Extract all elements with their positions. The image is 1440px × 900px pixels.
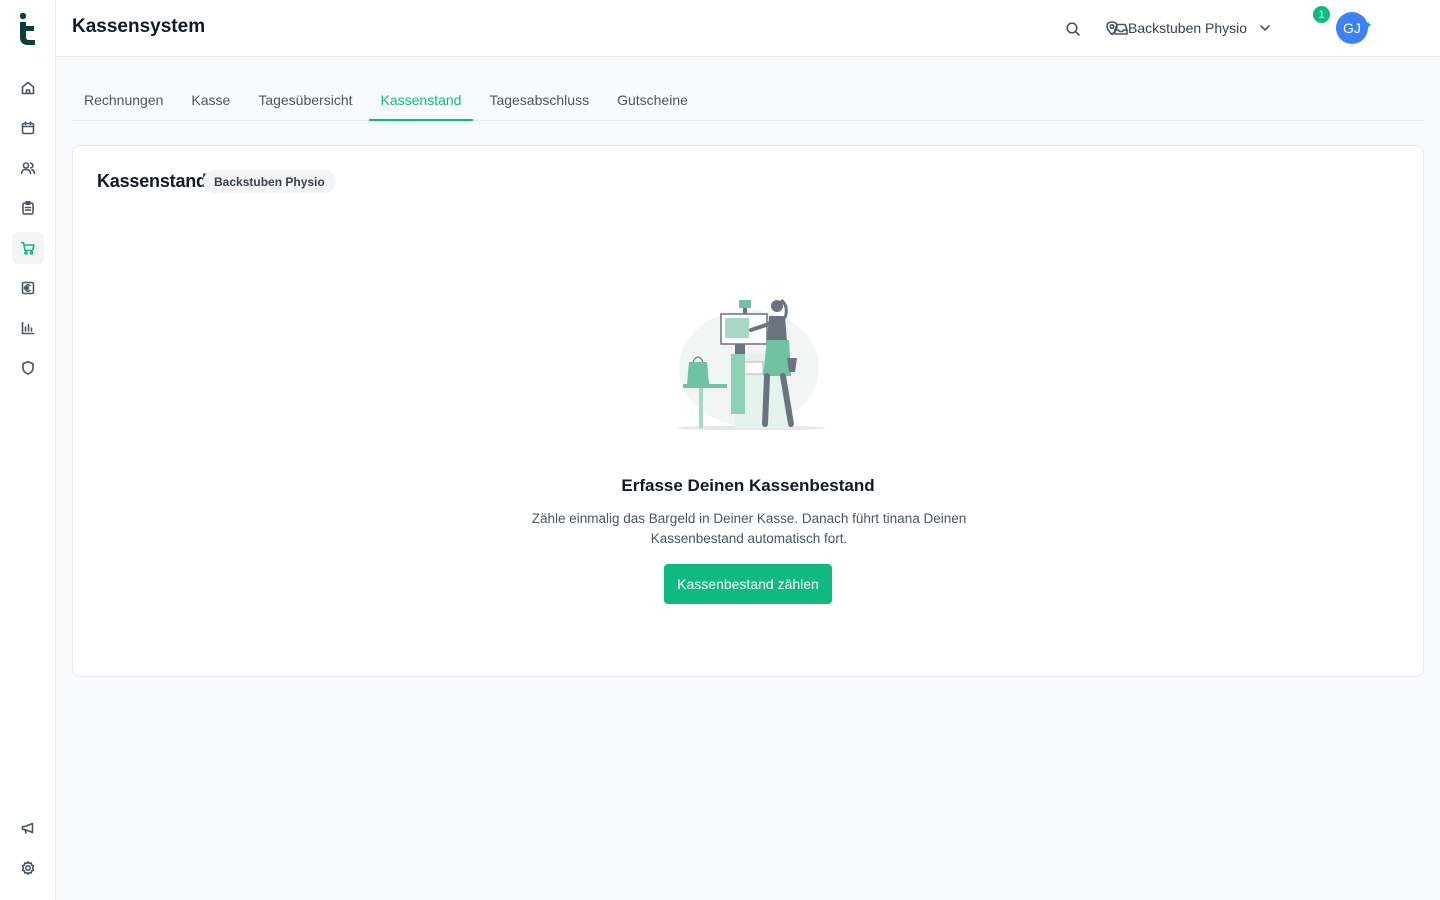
clipboard-icon xyxy=(22,200,34,215)
cash-balance-card: Kassenstand Backstuben Physio Erfasse De… xyxy=(72,145,1424,677)
tab-tagesuebersicht[interactable]: Tagesübersicht xyxy=(246,80,364,120)
page-title: Kassensystem xyxy=(72,16,206,37)
tab-tagesabschluss[interactable]: Tagesabschluss xyxy=(477,80,601,120)
location-chip: Backstuben Physio xyxy=(203,170,336,193)
empty-state-title: Erfasse Deinen Kassenbestand xyxy=(621,476,875,495)
location-selector[interactable]: Backstuben Physio xyxy=(1104,16,1273,40)
shopping-cart-icon xyxy=(20,241,35,255)
cashier-illustration xyxy=(677,298,825,430)
calendar-icon xyxy=(21,121,35,135)
shield-icon xyxy=(22,361,34,375)
sidebar-item-tasks[interactable] xyxy=(12,192,44,224)
sidebar-item-settings[interactable] xyxy=(12,852,44,884)
sidebar-item-clients[interactable] xyxy=(12,152,44,184)
user-avatar[interactable]: GJ xyxy=(1336,12,1368,44)
card-title: Kassenstand xyxy=(97,171,207,191)
sidebar-item-pos[interactable] xyxy=(12,232,44,264)
users-icon xyxy=(20,162,36,175)
gear-icon xyxy=(21,861,35,875)
map-pin-icon xyxy=(1106,21,1118,36)
euro-icon xyxy=(21,281,35,295)
sidebar-item-calendar[interactable] xyxy=(12,112,44,144)
search-button[interactable] xyxy=(1058,14,1088,44)
tab-kasse[interactable]: Kasse xyxy=(179,80,242,120)
tab-gutscheine[interactable]: Gutscheine xyxy=(605,80,700,120)
sidebar-item-security[interactable] xyxy=(12,352,44,384)
sidebar-item-finance[interactable] xyxy=(12,272,44,304)
bar-chart-icon xyxy=(21,321,35,335)
search-icon xyxy=(1066,22,1080,36)
sidebar-item-reports[interactable] xyxy=(12,312,44,344)
count-cash-button[interactable]: Kassenbestand zählen xyxy=(664,564,832,604)
sidebar xyxy=(0,0,56,900)
empty-state-description: Zähle einmalig das Bargeld in Deiner Kas… xyxy=(531,511,967,546)
home-icon xyxy=(21,81,35,95)
tab-kassenstand[interactable]: Kassenstand xyxy=(368,80,474,121)
location-label: Backstuben Physio xyxy=(1128,20,1248,36)
chevron-down-icon xyxy=(1260,25,1270,31)
tinana-logo[interactable] xyxy=(18,12,38,46)
sidebar-item-home[interactable] xyxy=(12,72,44,104)
tab-bar: Rechnungen Kasse Tagesübersicht Kassenst… xyxy=(72,80,1424,121)
tab-rechnungen[interactable]: Rechnungen xyxy=(72,80,175,120)
sidebar-item-announcements[interactable] xyxy=(12,812,44,844)
megaphone-icon xyxy=(21,822,34,834)
notification-badge: 1 xyxy=(1313,6,1330,23)
